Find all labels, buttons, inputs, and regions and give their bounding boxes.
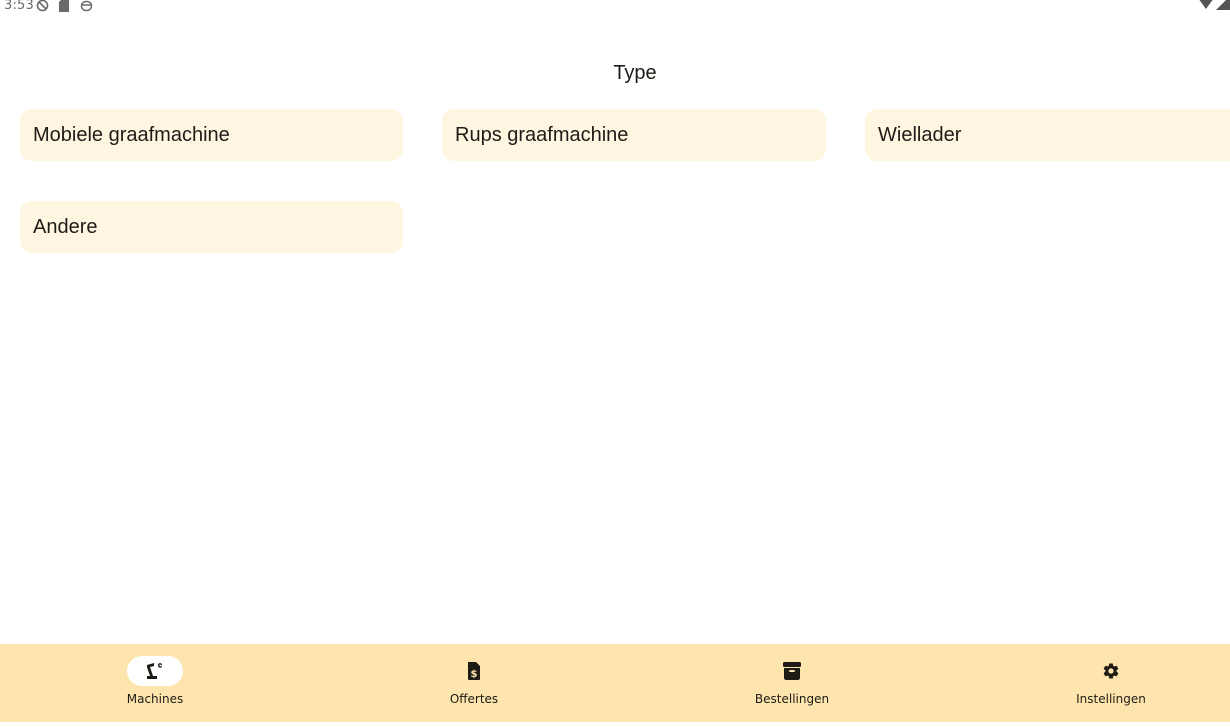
app-screen: 3:53 Type Mobiele graafmachine Rups graa…	[0, 0, 1230, 727]
type-button-mobiele-graafmachine[interactable]: Mobiele graafmachine	[20, 109, 403, 161]
type-button-rups-graafmachine[interactable]: Rups graafmachine	[442, 109, 826, 161]
nav-icon-container	[1083, 656, 1139, 686]
svg-text:$: $	[471, 669, 478, 680]
status-bar: 3:53	[0, 0, 1230, 16]
nav-item-offertes[interactable]: $ Offertes	[374, 644, 574, 722]
nav-icon-container: $	[446, 656, 502, 686]
sd-card-icon	[59, 0, 69, 17]
debug-icon	[80, 0, 93, 17]
type-button-andere[interactable]: Andere	[20, 201, 403, 253]
nav-label: Machines	[126, 692, 184, 706]
status-time: 3:53	[4, 0, 34, 13]
excavator-icon	[147, 663, 162, 679]
archive-box-icon	[783, 662, 801, 680]
nav-label: Instellingen	[1076, 692, 1146, 706]
nav-item-bestellingen[interactable]: Bestellingen	[692, 644, 892, 722]
bottom-navigation: Machines $ Offertes Bestellingen Instell…	[0, 644, 1230, 722]
wifi-icon	[1199, 0, 1230, 10]
type-button-label: Wiellader	[878, 123, 962, 146]
status-right-icons	[1194, 0, 1230, 17]
nav-icon-container	[764, 656, 820, 686]
nav-label: Bestellingen	[754, 692, 830, 706]
nav-item-machines[interactable]: Machines	[55, 644, 255, 722]
nav-item-instellingen[interactable]: Instellingen	[1011, 644, 1211, 722]
page-title: Type	[613, 62, 657, 84]
type-button-wiellader[interactable]: Wiellader	[865, 109, 1230, 161]
nav-active-indicator	[127, 656, 183, 686]
nav-label: Offertes	[449, 692, 499, 706]
type-button-label: Mobiele graafmachine	[33, 123, 230, 146]
type-button-label: Andere	[33, 215, 98, 238]
do-not-disturb-icon	[36, 0, 49, 17]
invoice-dollar-icon: $	[468, 662, 480, 680]
gear-icon	[1103, 663, 1119, 679]
type-button-label: Rups graafmachine	[455, 123, 629, 146]
